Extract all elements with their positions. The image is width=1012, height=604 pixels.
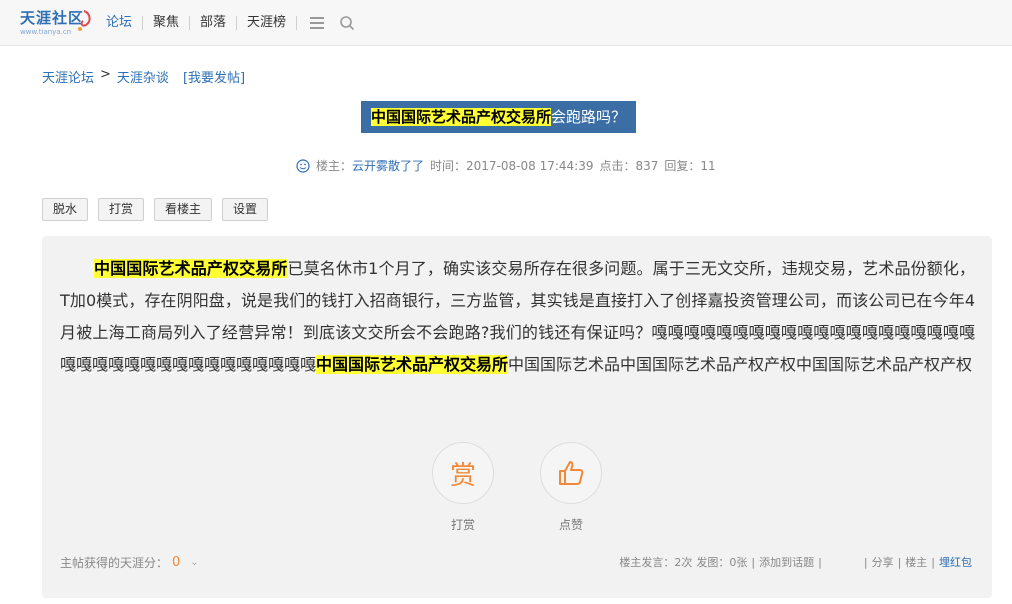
top-nav-bar: 天涯社区 www.tianya.cn 论坛 聚焦 部落 天涯榜 (0, 0, 1012, 46)
like-label: 点赞 (558, 518, 583, 532)
share-link[interactable]: 分享 (872, 554, 894, 570)
click-count: 点击：837 (599, 159, 659, 173)
post-title: 中国国际艺术品产权交易所会跑路吗？ (361, 101, 637, 133)
tianya-score: 主帖获得的天涯分： 0 ⌄ (60, 554, 199, 571)
like-action[interactable]: 点赞 (540, 442, 602, 533)
post-actions: 赏 打赏 点赞 (432, 442, 602, 533)
nav-item-tribe[interactable]: 部落 (190, 14, 236, 32)
breadcrumb-home-link[interactable]: 天涯论坛 (42, 67, 94, 86)
title-highlight: 中国国际艺术品产权交易所 (371, 108, 552, 126)
owner-post-count: 楼主发言：2次 (619, 556, 693, 569)
breadcrumb-board-link[interactable]: 天涯杂谈 (117, 67, 169, 86)
reward-label: 打赏 (450, 518, 475, 532)
breadcrumb-separator: > (100, 67, 111, 82)
stats-divider: | (751, 555, 756, 569)
post-time: 时间：2017-08-08 17:44:39 (430, 159, 594, 173)
main-nav: 论坛 聚焦 部落 天涯榜 (96, 14, 357, 32)
add-to-topic-link[interactable]: 添加到话题 (759, 554, 814, 570)
reward-button[interactable]: 打赏 (98, 198, 145, 221)
search-icon[interactable] (337, 14, 357, 32)
author-link[interactable]: 云开雾散了了 (352, 157, 424, 174)
post-meta: 楼主： 云开雾散了了 时间：2017-08-08 17:44:39 点击：837… (296, 157, 716, 174)
breadcrumb: 天涯论坛 > 天涯杂谈 [我要发帖] (42, 67, 245, 86)
like-circle[interactable] (540, 442, 602, 504)
reward-action[interactable]: 赏 打赏 (432, 442, 494, 533)
settings-button[interactable]: 设置 (222, 198, 269, 221)
red-packet-link[interactable]: 埋红包 (939, 554, 972, 570)
stats-divider: | (897, 555, 902, 569)
nav-item-forum[interactable]: 论坛 (96, 14, 142, 32)
new-post-link[interactable]: [我要发帖] (183, 67, 245, 86)
nav-divider (296, 16, 298, 30)
nav-item-ranking[interactable]: 天涯榜 (237, 14, 296, 32)
author-label: 楼主： (316, 159, 353, 173)
thumbs-up-icon (559, 461, 584, 485)
logo-swirl-icon (78, 10, 91, 31)
title-rest: 会跑路吗？ (551, 108, 627, 126)
post-stats: 楼主发言：2次 发图：0张 | 添加到话题 | | 分享 | 楼主 | 埋红包 (619, 554, 972, 570)
post-content: 中国国际艺术品产权交易所已莫名休市1个月了，确实该交易所存在很多问题。属于三无文… (42, 236, 992, 598)
stats-divider: | (863, 555, 868, 569)
reward-circle[interactable]: 赏 (432, 442, 494, 504)
body-highlight: 中国国际艺术品产权交易所 (316, 355, 509, 374)
owner-link[interactable]: 楼主 (905, 554, 927, 570)
dehydrate-button[interactable]: 脱水 (42, 198, 89, 221)
post-toolbar: 脱水 打赏 看楼主 设置 (42, 198, 269, 221)
image-count: 发图：0张 (696, 556, 748, 569)
stats-divider: | (931, 555, 935, 569)
menu-icon[interactable] (307, 14, 327, 32)
nav-item-focus[interactable]: 聚焦 (143, 14, 189, 32)
smiley-face-icon (296, 158, 310, 173)
body-highlight: 中国国际艺术品产权交易所 (94, 259, 288, 278)
reward-icon: 赏 (449, 460, 476, 491)
body-text: 中国国际艺术品中国国际艺术品产权产权中国国际艺术品产权产权 (508, 355, 973, 374)
chevron-down-icon[interactable]: ⌄ (190, 557, 198, 568)
owner-only-button[interactable]: 看楼主 (154, 198, 213, 221)
stats-divider: | (818, 555, 822, 569)
tianya-logo[interactable]: 天涯社区 www.tianya.cn (18, 7, 91, 39)
score-value: 0 (172, 555, 181, 570)
post-body: 中国国际艺术品产权交易所已莫名休市1个月了，确实该交易所存在很多问题。属于三无文… (60, 253, 975, 381)
reply-count: 回复：11 (664, 159, 716, 173)
score-label: 主帖获得的天涯分： (60, 556, 169, 570)
logo-url: www.tianya.cn (20, 28, 72, 36)
